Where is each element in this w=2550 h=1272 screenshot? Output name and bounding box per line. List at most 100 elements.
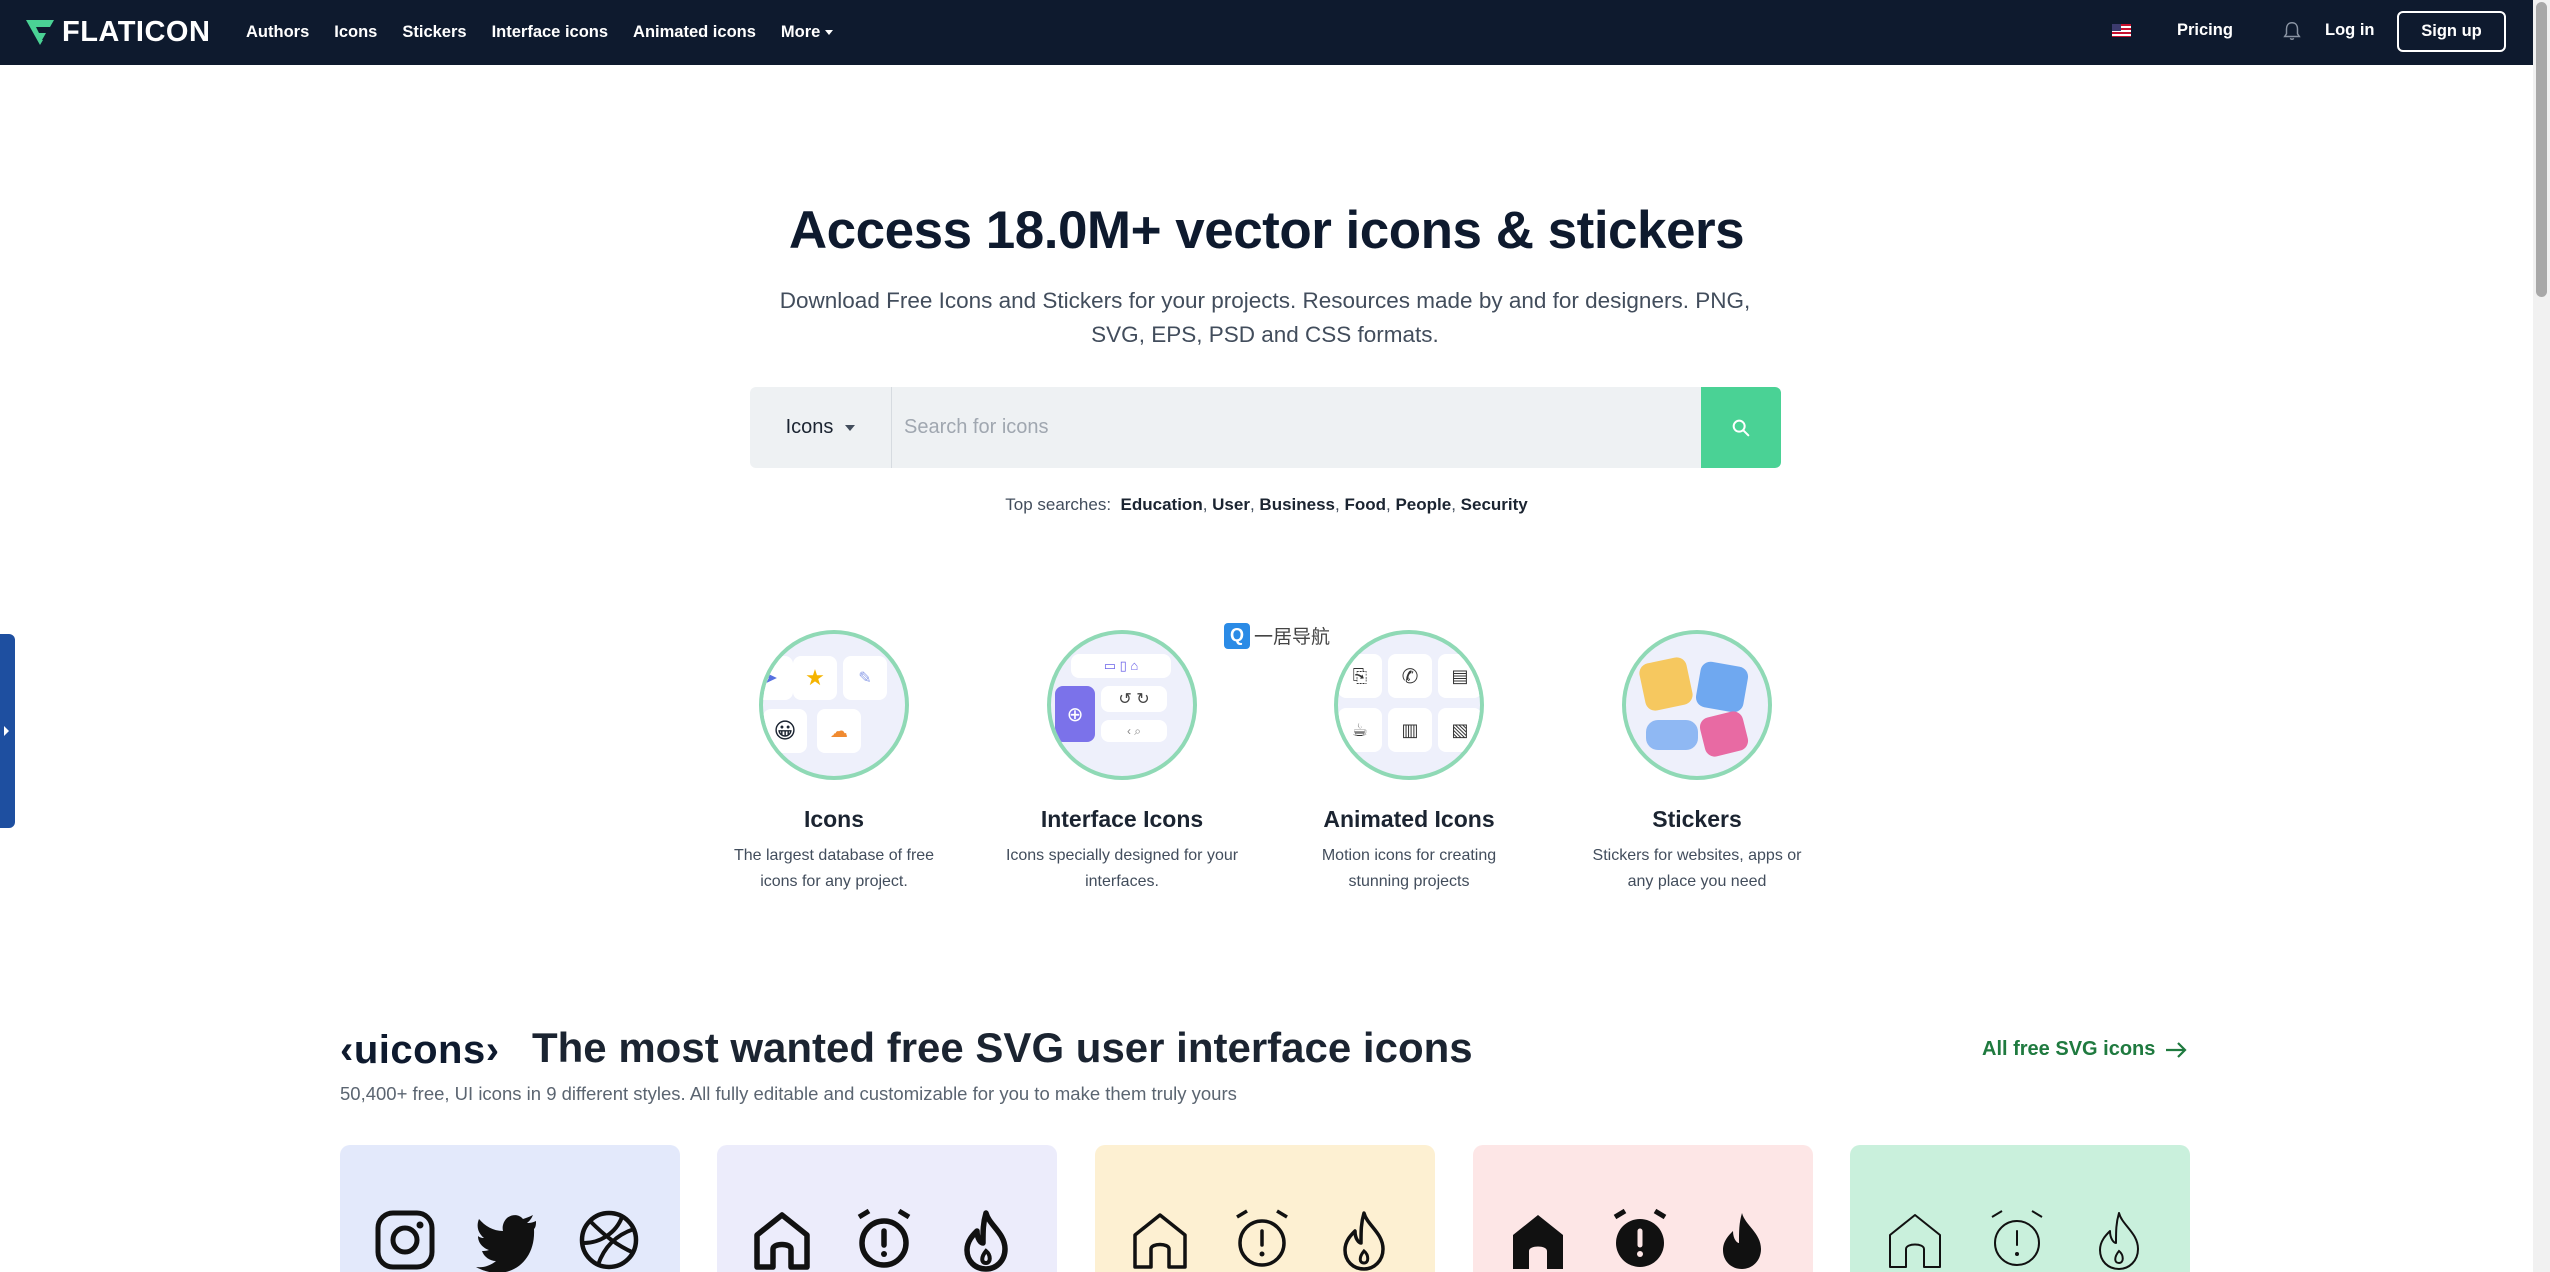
pricing-link[interactable]: Pricing bbox=[2177, 21, 2233, 40]
top-search-link[interactable]: Food bbox=[1344, 495, 1386, 514]
instagram-icon bbox=[375, 1210, 435, 1270]
pizza-sticker-icon bbox=[1637, 655, 1695, 713]
search-type-select[interactable]: Icons bbox=[750, 387, 892, 468]
top-search-link[interactable]: Security bbox=[1461, 495, 1528, 514]
us-flag-icon[interactable] bbox=[2112, 24, 2131, 37]
add-icon: ⊕ bbox=[1055, 686, 1095, 742]
flame-icon bbox=[964, 1210, 1008, 1272]
flaticon-logo[interactable]: FLATICON bbox=[24, 14, 210, 50]
card-icons bbox=[372, 1207, 642, 1272]
scrollbar-thumb[interactable] bbox=[2536, 2, 2547, 297]
document-icon: ▧ bbox=[1438, 708, 1480, 752]
style-card-thin[interactable] bbox=[1850, 1145, 2190, 1272]
cup-icon: ☕ bbox=[1338, 708, 1382, 752]
arrow-right-icon bbox=[2166, 1041, 2187, 1058]
uicons-section-title: The most wanted free SVG user interface … bbox=[532, 1024, 1473, 1071]
top-navigation-bar: FLATICON Authors Icons Stickers Interfac… bbox=[0, 0, 2533, 65]
side-panel-toggle[interactable] bbox=[0, 634, 15, 828]
uicons-logo: ‹uicons› bbox=[340, 1028, 500, 1072]
category-animated-icons[interactable]: ⎘ ✆ ▤ ☕ ▥ ▧ Animated Icons Motion icons … bbox=[1284, 630, 1534, 895]
page: FLATICON Authors Icons Stickers Interfac… bbox=[0, 0, 2550, 1272]
category-description: The largest database of free icons for a… bbox=[733, 847, 935, 890]
flame-icon bbox=[1723, 1213, 1761, 1269]
category-description: Icons specially designed for your interf… bbox=[1005, 847, 1239, 890]
clipboard-icon: ▥ bbox=[1388, 708, 1432, 752]
style-card-solid[interactable] bbox=[1473, 1145, 1813, 1272]
alarm-icon bbox=[857, 1208, 911, 1268]
chevron-down-icon bbox=[845, 424, 856, 431]
category-description: Stickers for websites, apps or any place… bbox=[1592, 847, 1802, 890]
alarm-icon bbox=[1236, 1209, 1288, 1267]
nav-more[interactable]: More bbox=[781, 23, 834, 42]
category-interface-icons[interactable]: ▭ ▯ ⌂ ⊕ ↺ ↻ ‹ ⌕ Interface Icons Icons sp… bbox=[997, 630, 1247, 895]
top-search-link[interactable]: User bbox=[1212, 495, 1250, 514]
category-name: Icons bbox=[803, 806, 865, 832]
signup-button[interactable]: Sign up bbox=[2397, 11, 2506, 52]
arrow-icon: ➤ bbox=[763, 656, 793, 700]
twitter-icon bbox=[476, 1215, 536, 1272]
category-description: Motion icons for creating stunning proje… bbox=[1321, 847, 1497, 890]
style-card-regular[interactable] bbox=[1095, 1145, 1435, 1272]
all-link-label: All free SVG icons bbox=[1982, 1038, 2156, 1060]
top-searches-label: Top searches: bbox=[1005, 495, 1112, 514]
dribbble-icon bbox=[579, 1210, 639, 1270]
category-interface-icons-illustration: ▭ ▯ ⌂ ⊕ ↺ ↻ ‹ ⌕ bbox=[1047, 630, 1197, 780]
all-free-svg-icons-link[interactable]: All free SVG icons bbox=[1982, 1038, 2187, 1061]
category-icons[interactable]: ★ ✎ ➤ 😀 ☁ Icons The largest database of … bbox=[709, 630, 959, 895]
search-type-label: Icons bbox=[785, 416, 834, 438]
top-search-link[interactable]: Education bbox=[1121, 495, 1203, 514]
shopping-sticker-icon bbox=[1694, 660, 1750, 714]
nav-animated-icons[interactable]: Animated icons bbox=[633, 23, 756, 42]
nav-stickers[interactable]: Stickers bbox=[402, 23, 466, 42]
phone-icon: ✆ bbox=[1388, 654, 1432, 698]
alarm-icon bbox=[1991, 1210, 2043, 1266]
card-icons bbox=[1882, 1207, 2152, 1272]
nav-authors[interactable]: Authors bbox=[246, 23, 309, 42]
smiley-icon: 😀 bbox=[763, 709, 807, 753]
bell-icon[interactable] bbox=[2281, 20, 2303, 42]
card-icons bbox=[1127, 1207, 1397, 1272]
top-searches: Top searches: Education, User, Business,… bbox=[1005, 495, 1528, 514]
hero-subtitle: Download Free Icons and Stickers for you… bbox=[779, 288, 1751, 347]
main-nav: Authors Icons Stickers Interface icons A… bbox=[246, 0, 858, 65]
top-search-link[interactable]: People bbox=[1395, 495, 1451, 514]
hero-title: Access 18.0M+ vector icons & stickers bbox=[788, 201, 1745, 260]
box-icon: ⎘ bbox=[1338, 654, 1382, 698]
category-stickers[interactable]: Stickers Stickers for websites, apps or … bbox=[1572, 630, 1822, 895]
nav-icons[interactable]: Icons bbox=[334, 23, 377, 42]
category-animated-icons-illustration: ⎘ ✆ ▤ ☕ ▥ ▧ bbox=[1334, 630, 1484, 780]
logo-text: FLATICON bbox=[62, 15, 211, 48]
category-name: Animated Icons bbox=[1323, 806, 1495, 832]
bone-sticker-icon bbox=[1646, 720, 1698, 750]
card-icons bbox=[749, 1207, 1019, 1272]
search-button[interactable] bbox=[1701, 387, 1781, 468]
home-icon bbox=[754, 1212, 810, 1270]
alarm-icon bbox=[1613, 1208, 1667, 1267]
nav-interface-icons[interactable]: Interface icons bbox=[492, 23, 608, 42]
star-icon: ★ bbox=[793, 656, 837, 700]
login-link[interactable]: Log in bbox=[2325, 21, 2374, 40]
pen-icon: ✎ bbox=[843, 656, 887, 700]
home-icon bbox=[1133, 1213, 1187, 1269]
chevron-down-icon bbox=[825, 30, 834, 35]
search-input[interactable] bbox=[892, 387, 1781, 468]
home-icon bbox=[1513, 1215, 1563, 1269]
header-right: Pricing Log in Sign up bbox=[2033, 0, 2533, 65]
undo-redo-icon: ↺ ↻ bbox=[1101, 686, 1167, 712]
search-icon bbox=[1732, 419, 1750, 436]
top-search-link[interactable]: Business bbox=[1259, 495, 1335, 514]
weather-icon: ☁ bbox=[817, 709, 861, 753]
card-icons bbox=[1505, 1207, 1775, 1272]
flame-icon bbox=[1343, 1211, 1385, 1271]
style-card-rounded-bold[interactable] bbox=[717, 1145, 1057, 1272]
watermark-text: 一居导航 bbox=[1254, 627, 1331, 648]
uicons-section-subtitle: 50,400+ free, UI icons in 9 different st… bbox=[340, 1083, 1237, 1104]
toolbar-icons: ▭ ▯ ⌂ bbox=[1071, 654, 1171, 678]
page-scrollbar[interactable] bbox=[2533, 0, 2550, 1272]
search-field-icon: ‹ ⌕ bbox=[1101, 720, 1167, 742]
category-icons-illustration: ★ ✎ ➤ 😀 ☁ bbox=[759, 630, 909, 780]
watermark-overlay: Q 一居导航 bbox=[1224, 622, 1330, 649]
gift-sticker-icon bbox=[1697, 709, 1751, 759]
style-card-brands[interactable] bbox=[340, 1145, 680, 1272]
category-stickers-illustration bbox=[1622, 630, 1772, 780]
